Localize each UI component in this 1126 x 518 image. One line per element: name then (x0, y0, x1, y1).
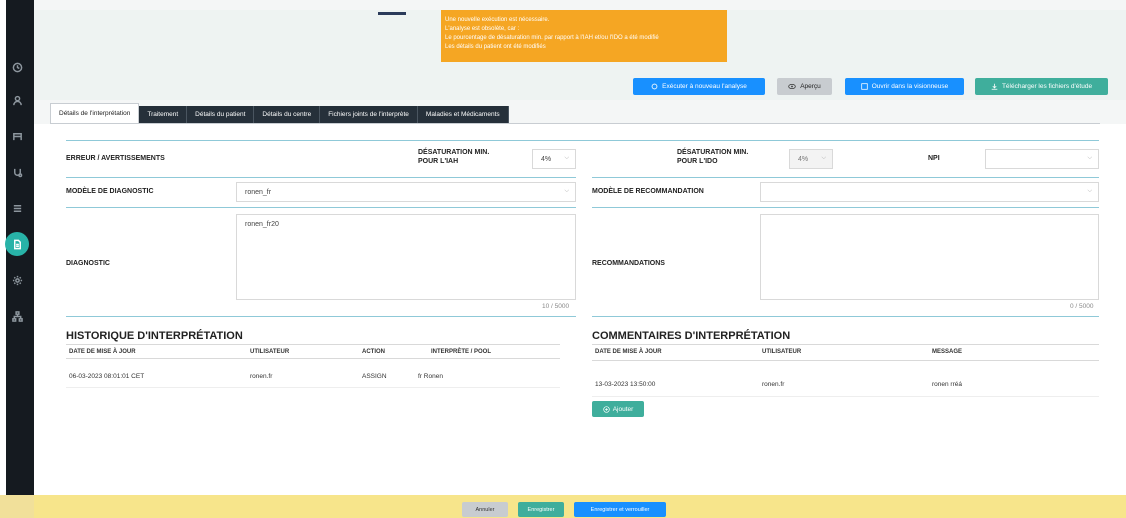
cancel-button[interactable]: Annuler (462, 502, 508, 517)
history-col-user: UTILISATEUR (250, 349, 290, 355)
recommendation-model-select[interactable]: ⌵ (760, 182, 1099, 202)
settings-icon[interactable] (5, 268, 29, 292)
desat-ido-value: 4% (798, 155, 809, 163)
history-title: HISTORIQUE D'INTERPRÉTATION (66, 330, 243, 342)
divider (592, 177, 1099, 178)
divider (66, 316, 576, 317)
preview-label: Aperçu (800, 83, 821, 90)
save-and-lock-button[interactable]: Enregistrer et verrouiller (574, 502, 666, 517)
network-icon[interactable] (5, 304, 29, 328)
preview-button[interactable]: Aperçu (777, 78, 832, 95)
comments-col-user: UTILISATEUR (762, 349, 802, 355)
diagnostic-model-value: ronen_fr (245, 188, 272, 196)
stethoscope-icon[interactable] (5, 160, 29, 184)
divider (66, 344, 560, 345)
chevron-down-icon: ⌵ (821, 155, 826, 161)
download-files-label: Télécharger les fichiers d'étude (1001, 83, 1093, 90)
divider (592, 316, 1099, 317)
diagnostic-model-label: MODÈLE DE DIAGNOSTIC (66, 188, 154, 195)
desat-ido-label-line: POUR L'IDO (677, 158, 718, 165)
document-icon[interactable] (5, 232, 29, 256)
desat-iah-label: DÉSATURATION MIN. POUR L'IAH (418, 148, 489, 166)
history-col-date: DATE DE MISE À JOUR (69, 349, 136, 355)
npi-label: NPI (928, 155, 940, 162)
tab-interpreter-attachments[interactable]: Fichiers joints de l'interprète (320, 106, 418, 123)
desat-ido-select[interactable]: 4% ⌵ (789, 149, 833, 169)
rerun-analysis-label: Exécuter à nouveau l'analyse (662, 83, 747, 90)
divider (66, 358, 560, 359)
plus-circle-icon (603, 405, 610, 413)
save-button[interactable]: Enregistrer (518, 502, 564, 517)
chevron-down-icon: ⌵ (1087, 155, 1092, 161)
alert-line: Une nouvelle exécution est nécessaire. (445, 17, 550, 23)
desat-iah-select[interactable]: 4% ⌵ (532, 149, 576, 169)
chevron-down-icon: ⌵ (564, 155, 569, 161)
download-icon (991, 83, 998, 90)
footer-corner (0, 495, 34, 518)
external-window-icon (861, 83, 868, 90)
divider (66, 140, 1099, 141)
refresh-icon (651, 83, 658, 90)
bed-icon[interactable] (5, 124, 29, 148)
comments-col-date: DATE DE MISE À JOUR (595, 349, 662, 355)
comment-date-cell: 13-03-2023 13:50:00 (595, 381, 656, 388)
diagnostic-label: DIAGNOSTIC (66, 260, 110, 267)
recommendations-textarea[interactable] (760, 214, 1099, 300)
divider (592, 360, 1099, 361)
tab-patient-details[interactable]: Détails du patient (187, 106, 255, 123)
tab-interpretation-details[interactable]: Détails de l'interprétation (50, 103, 140, 123)
history-user-cell: ronen.fr (250, 373, 273, 380)
history-col-interpreter: INTERPRÈTE / POOL (431, 349, 492, 355)
add-comment-label: Ajouter (612, 405, 634, 413)
tab-diseases-medications[interactable]: Maladies et Médicaments (417, 106, 509, 123)
open-viewer-label: Ouvrir dans la visionneuse (871, 83, 949, 90)
chevron-down-icon: ⌵ (564, 188, 569, 194)
alert-line: L'analyse est obsolète, car : (445, 26, 520, 32)
divider (592, 396, 1099, 397)
add-comment-button[interactable]: Ajouter (592, 401, 644, 417)
alert-line: Le pourcentage de désaturation min. par … (445, 35, 659, 41)
comments-col-message: MESSAGE (932, 349, 963, 355)
comments-title: COMMENTAIRES D'INTERPRÉTATION (592, 330, 791, 342)
rerun-analysis-button[interactable]: Exécuter à nouveau l'analyse (633, 78, 765, 95)
alert-line: Les détails du patient ont été modifiés (445, 44, 546, 50)
history-date-cell: 06-03-2023 08:01:01 CET (69, 373, 145, 380)
recommendation-model-label: MODÈLE DE RECOMMANDATION (592, 188, 704, 195)
history-interpreter-cell: fr Ronen (418, 373, 443, 380)
interpretation-panel (34, 124, 1126, 495)
divider (592, 207, 1099, 208)
obsolete-analysis-alert: Une nouvelle exécution est nécessaire. L… (441, 10, 727, 62)
open-viewer-button[interactable]: Ouvrir dans la visionneuse (845, 78, 964, 95)
recommendations-char-count: 0 / 5000 (1070, 303, 1094, 310)
desat-iah-value: 4% (541, 155, 552, 163)
desat-ido-label-line: DÉSATURATION MIN. (677, 149, 749, 156)
header-indicator (378, 12, 406, 15)
chevron-down-icon: ⌵ (1087, 188, 1092, 194)
clock-icon[interactable] (5, 55, 29, 79)
comment-message-cell: ronen rréá (932, 381, 962, 388)
download-files-button[interactable]: Télécharger les fichiers d'étude (975, 78, 1108, 95)
divider (66, 177, 576, 178)
eye-icon (788, 83, 796, 90)
desat-iah-label-line: DÉSATURATION MIN. (418, 149, 490, 156)
divider (66, 207, 576, 208)
divider (66, 387, 560, 388)
tab-bar: Détails de l'interprétation Traitement D… (50, 103, 509, 123)
user-icon[interactable] (5, 88, 29, 112)
divider (592, 344, 1099, 345)
errors-label: ERREUR / AVERTISSEMENTS (66, 155, 165, 162)
tab-treatment[interactable]: Traitement (139, 106, 188, 123)
diagnostic-model-select[interactable]: ronen_fr ⌵ (236, 182, 576, 202)
desat-ido-label: DÉSATURATION MIN. POUR L'IDO (677, 148, 748, 166)
tab-center-details[interactable]: Détails du centre (254, 106, 321, 123)
diagnostic-char-count: 10 / 5000 (542, 303, 570, 310)
history-action-cell: ASSIGN (362, 373, 387, 380)
desat-iah-label-line: POUR L'IAH (418, 158, 459, 165)
history-col-action: ACTION (362, 349, 385, 355)
diagnostic-textarea[interactable]: ronen_fr20 (236, 214, 576, 300)
comment-user-cell: ronen.fr (762, 381, 785, 388)
recommendations-label: RECOMMANDATIONS (592, 260, 665, 267)
npi-select[interactable]: ⌵ (985, 149, 1099, 169)
list-icon[interactable] (5, 196, 29, 220)
